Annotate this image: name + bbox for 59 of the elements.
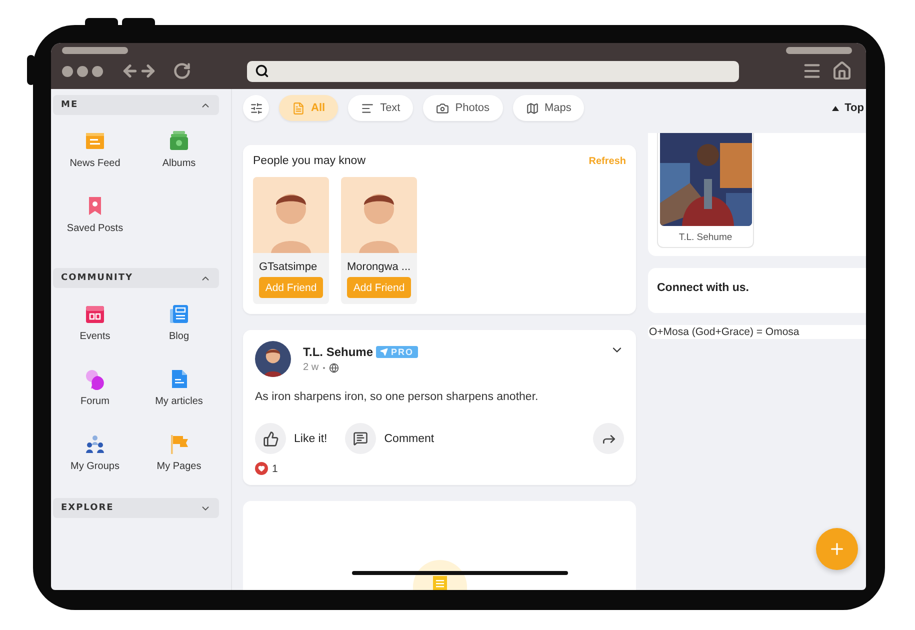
section-header[interactable]: EXPLORE <box>53 498 219 518</box>
photo-album-icon <box>168 130 190 152</box>
calendar-icon <box>84 303 106 325</box>
nav-link[interactable]: My articles <box>155 396 203 407</box>
pro-badge: PRO <box>376 346 418 358</box>
author-name[interactable]: T.L. Sehume <box>303 345 374 359</box>
flag-icon <box>168 433 190 455</box>
comment-icon <box>353 431 368 446</box>
grab-handle <box>62 47 128 54</box>
grab-handle <box>786 47 852 54</box>
map-icon <box>526 102 538 114</box>
reload-icon[interactable] <box>173 62 191 80</box>
filter-settings-button[interactable] <box>243 95 269 121</box>
filter-tab[interactable]: Maps <box>512 95 584 121</box>
post-time: 2 w <box>303 362 319 373</box>
forward-arrow-icon[interactable] <box>139 62 157 80</box>
document-icon <box>292 102 305 114</box>
post-action-button[interactable]: Like it! <box>255 423 328 454</box>
post-text: As iron sharpens iron, so one person sharpens another. <box>255 391 540 403</box>
sliders-icon <box>250 102 262 114</box>
text-lines-icon <box>361 102 374 114</box>
card-title: Connect with us. <box>657 282 749 294</box>
filter-tab[interactable]: Text <box>348 95 414 121</box>
nav-link[interactable]: My Groups <box>70 461 120 472</box>
window-dot <box>77 66 88 76</box>
globe-icon <box>328 362 339 372</box>
section-header[interactable]: COMMUNITY <box>53 268 219 288</box>
up-triangle-icon <box>832 106 839 110</box>
reaction-count: 1 <box>272 462 278 474</box>
newspaper-icon <box>84 130 106 152</box>
window-dot <box>92 66 103 76</box>
nav-link[interactable]: My Pages <box>156 461 202 472</box>
home-icon[interactable] <box>832 61 852 81</box>
nav-link[interactable]: Forum <box>80 396 110 407</box>
window-dot <box>62 66 73 76</box>
plus-icon <box>828 540 846 558</box>
search-field[interactable] <box>247 60 739 82</box>
top-link[interactable]: Top <box>844 102 864 114</box>
card-title: People you may know <box>253 155 366 167</box>
tagline: O+Mosa (God+Grace) = Omosa <box>648 325 866 339</box>
nav-link[interactable]: Events <box>80 331 110 342</box>
post-action-button[interactable]: Comment <box>345 423 434 454</box>
person-name: GTsatsimpe <box>259 261 318 273</box>
section-header[interactable]: ME <box>53 95 219 115</box>
nav-link[interactable]: News Feed <box>70 158 120 169</box>
nav-link[interactable]: Saved Posts <box>66 223 124 234</box>
share-button[interactable] <box>593 423 624 454</box>
filter-tab[interactable]: Photos <box>423 95 502 121</box>
menu-icon[interactable] <box>802 61 822 81</box>
thumbs-up-icon <box>262 430 278 446</box>
speech-bubbles-icon <box>84 368 106 390</box>
profile-name[interactable]: T.L. Sehume <box>678 232 732 243</box>
search-icon <box>255 64 269 78</box>
blog-page-icon <box>168 303 190 325</box>
nav-link[interactable]: Albums <box>162 158 196 169</box>
nav-link[interactable]: Blog <box>168 331 189 342</box>
person-name: Morongwa ... <box>347 261 411 273</box>
group-icon <box>84 433 106 455</box>
camera-icon <box>436 102 450 114</box>
